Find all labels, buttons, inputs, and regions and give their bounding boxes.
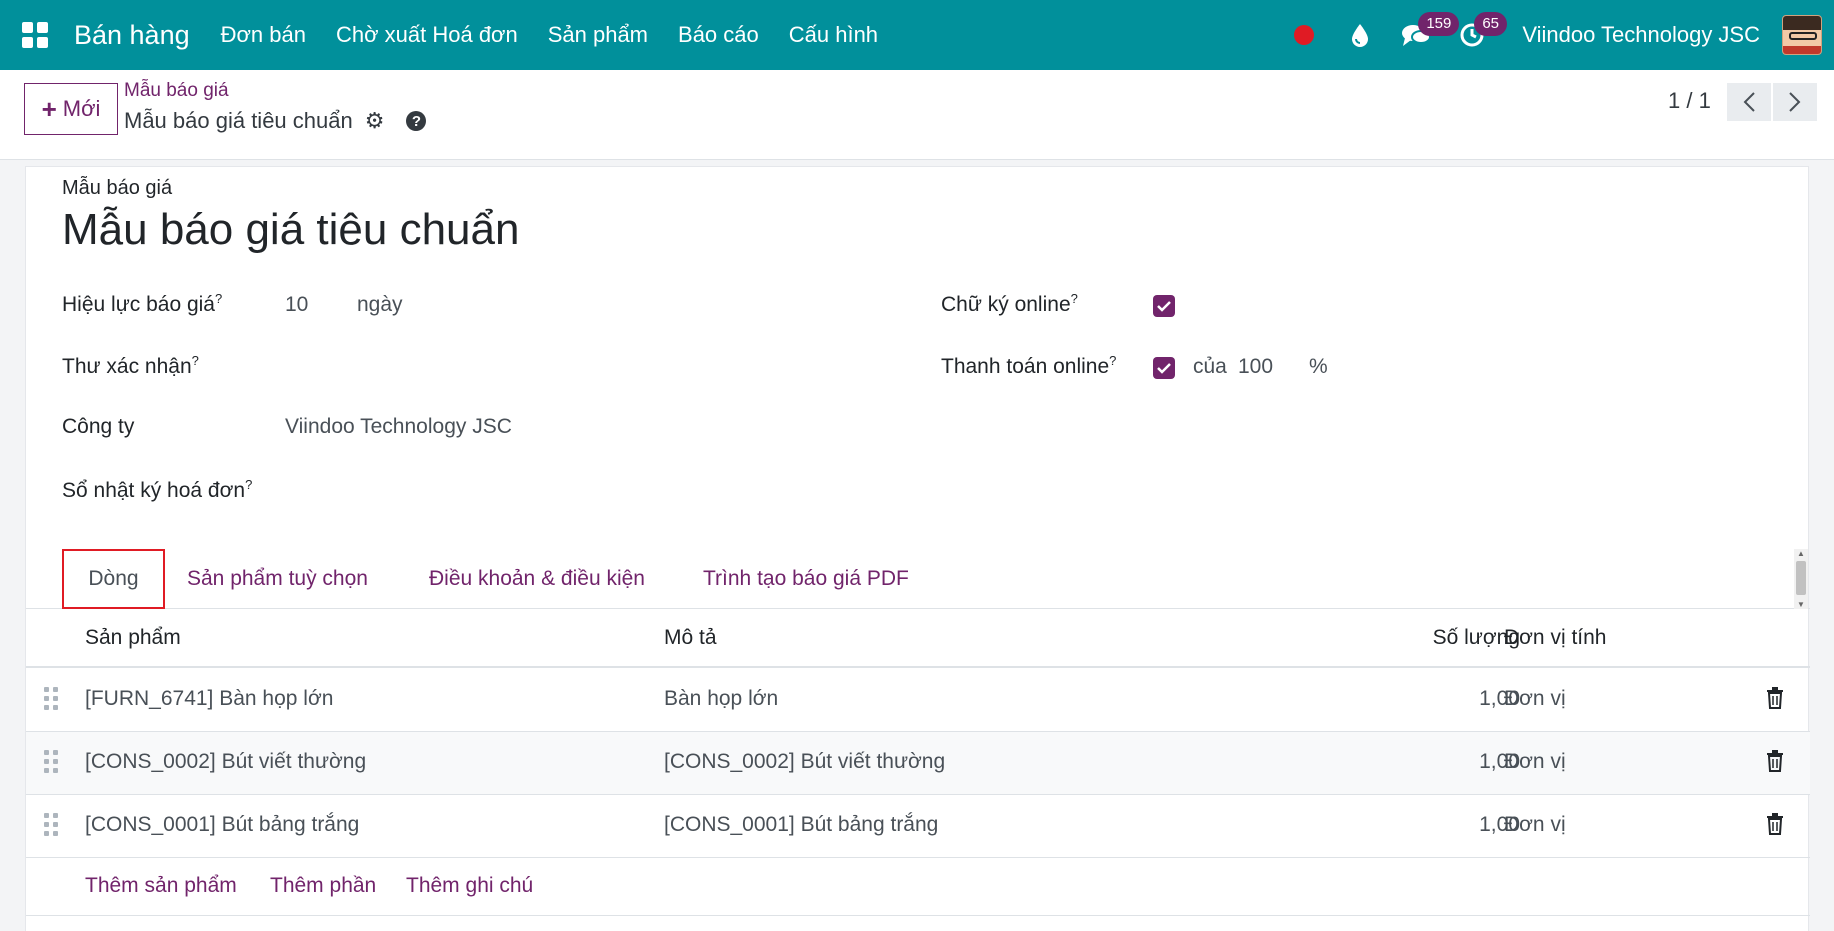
row-description[interactable]: Bàn họp lớn	[664, 687, 778, 711]
payment-of-label: của	[1193, 355, 1227, 378]
help-icon[interactable]: ?	[406, 111, 427, 131]
row-uom[interactable]: Đơn vị	[1504, 750, 1566, 774]
notebook-tabs: Dòng Sản phẩm tuỳ chọn Điều khoản & điều…	[26, 549, 1810, 609]
tabs-scrollbar[interactable]: ▲ ▼	[1794, 549, 1808, 609]
pager-next-button[interactable]	[1773, 83, 1817, 121]
activities-badge: 65	[1474, 12, 1507, 36]
column-description[interactable]: Mô tả	[664, 626, 717, 650]
user-avatar[interactable]	[1782, 15, 1822, 55]
form-model-label: Mẫu báo giá	[62, 177, 173, 199]
invoice-journal-label: Sổ nhật ký hoá đơn?	[62, 477, 253, 502]
validity-label: Hiệu lực báo giá?	[62, 291, 223, 316]
droplet-button[interactable]	[1332, 0, 1388, 70]
row-uom[interactable]: Đơn vị	[1504, 687, 1566, 711]
table-row[interactable]: [FURN_6741] Bàn họp lớn Bàn họp lớn 1,00…	[26, 669, 1810, 732]
tooltip-icon[interactable]: ?	[245, 477, 252, 492]
control-panel: + Mới Mẫu báo giá Mẫu báo giá tiêu chuẩn…	[0, 70, 1834, 160]
breadcrumb-parent[interactable]: Mẫu báo giá	[124, 80, 229, 102]
row-product[interactable]: [CONS_0002] Bút viết thường	[85, 750, 366, 774]
record-dot-icon	[1294, 25, 1315, 45]
scrollbar-thumb[interactable]	[1796, 561, 1806, 595]
table-row[interactable]: [CONS_0001] Bút bảng trắng [CONS_0001] B…	[26, 795, 1810, 858]
apps-icon[interactable]	[22, 22, 48, 48]
tab-optional-products[interactable]: Sản phẩm tuỳ chọn	[187, 549, 368, 609]
new-button[interactable]: + Mới	[24, 83, 118, 135]
trash-icon[interactable]	[1766, 813, 1784, 835]
tooltip-icon[interactable]: ?	[192, 353, 199, 368]
add-line-row: Thêm sản phẩm Thêm phần Thêm ghi chú	[26, 858, 1810, 916]
drag-handle-icon[interactable]	[44, 813, 58, 837]
online-payment-checkbox[interactable]	[1153, 357, 1175, 379]
tab-lines[interactable]: Dòng	[62, 549, 165, 609]
form-title[interactable]: Mẫu báo giá tiêu chuẩn	[62, 205, 519, 255]
validity-unit: ngày	[357, 293, 403, 316]
online-signature-checkbox[interactable]	[1153, 295, 1175, 317]
breadcrumb-current-label: Mẫu báo giá tiêu chuẩn	[124, 108, 353, 133]
form-sheet: Mẫu báo giá Mẫu báo giá tiêu chuẩn Hiệu …	[25, 166, 1810, 931]
tab-pdf-builder[interactable]: Trình tạo báo giá PDF	[703, 549, 909, 609]
menu-item-to-invoice[interactable]: Chờ xuất Hoá đơn	[321, 22, 533, 48]
activities-button[interactable]: 65	[1444, 0, 1507, 70]
online-payment-label: Thanh toán online?	[941, 353, 1117, 378]
pager-value[interactable]: 1 / 1	[1668, 88, 1711, 114]
table-header: Sản phẩm Mô tả Số lượng Đơn vị tính	[26, 610, 1810, 668]
add-section-link[interactable]: Thêm phần	[270, 874, 376, 898]
record-button[interactable]	[1276, 0, 1332, 70]
check-icon	[1157, 363, 1171, 374]
row-quantity[interactable]: 1,00	[1400, 813, 1520, 837]
column-product[interactable]: Sản phẩm	[85, 626, 181, 650]
drag-handle-icon[interactable]	[44, 687, 58, 711]
validity-days-input[interactable]: 10	[285, 293, 308, 317]
row-quantity[interactable]: 1,00	[1400, 750, 1520, 774]
tooltip-icon[interactable]: ?	[215, 291, 222, 306]
tooltip-icon[interactable]: ?	[1071, 291, 1078, 306]
breadcrumb-current: Mẫu báo giá tiêu chuẩn ⚙ ?	[124, 108, 427, 134]
row-description[interactable]: [CONS_0002] Bút viết thường	[664, 750, 945, 774]
menu-item-products[interactable]: Sản phẩm	[533, 22, 663, 48]
table-row[interactable]: [CONS_0002] Bút viết thường [CONS_0002] …	[26, 732, 1810, 795]
menu-item-configuration[interactable]: Cấu hình	[774, 22, 893, 48]
pager-previous-button[interactable]	[1727, 83, 1771, 121]
column-uom[interactable]: Đơn vị tính	[1504, 626, 1606, 650]
row-product[interactable]: [FURN_6741] Bàn họp lớn	[85, 687, 333, 711]
online-signature-label: Chữ ký online?	[941, 291, 1078, 316]
add-product-link[interactable]: Thêm sản phẩm	[85, 874, 237, 898]
droplet-icon	[1352, 24, 1369, 47]
new-button-label: Mới	[62, 96, 101, 121]
row-description[interactable]: [CONS_0001] Bút bảng trắng	[664, 813, 938, 837]
prepayment-percent-input[interactable]: 100	[1238, 355, 1273, 379]
company-switcher[interactable]: Viindoo Technology JSC	[1522, 22, 1760, 48]
check-icon	[1157, 301, 1171, 312]
scroll-up-icon: ▲	[1797, 549, 1805, 558]
messages-button[interactable]: 159	[1388, 0, 1460, 70]
app-title[interactable]: Bán hàng	[74, 20, 190, 51]
drag-handle-icon[interactable]	[44, 750, 58, 774]
top-navbar: Bán hàng Đơn bán Chờ xuất Hoá đơn Sản ph…	[0, 0, 1834, 70]
row-quantity[interactable]: 1,00	[1400, 687, 1520, 711]
confirmation-mail-label: Thư xác nhận?	[62, 353, 199, 378]
trash-icon[interactable]	[1766, 750, 1784, 772]
plus-icon: +	[41, 93, 57, 124]
gear-icon[interactable]: ⚙	[365, 108, 385, 134]
company-field[interactable]: Viindoo Technology JSC	[285, 415, 512, 439]
tab-terms-conditions[interactable]: Điều khoản & điều kiện	[429, 549, 645, 609]
scroll-down-icon: ▼	[1797, 600, 1805, 609]
trash-icon[interactable]	[1766, 687, 1784, 709]
systray: 159 65 Viindoo Technology JSC	[1276, 0, 1834, 70]
company-label: Công ty	[62, 415, 135, 438]
row-uom[interactable]: Đơn vị	[1504, 813, 1566, 837]
chevron-right-icon	[1789, 92, 1801, 112]
add-note-link[interactable]: Thêm ghi chú	[406, 874, 533, 898]
percent-sign: %	[1309, 355, 1328, 378]
menu-item-reporting[interactable]: Báo cáo	[663, 22, 774, 48]
menu-item-orders[interactable]: Đơn bán	[206, 22, 321, 48]
chevron-left-icon	[1743, 92, 1755, 112]
column-quantity[interactable]: Số lượng	[1400, 626, 1520, 650]
tooltip-icon[interactable]: ?	[1109, 353, 1116, 368]
row-product[interactable]: [CONS_0001] Bút bảng trắng	[85, 813, 359, 837]
